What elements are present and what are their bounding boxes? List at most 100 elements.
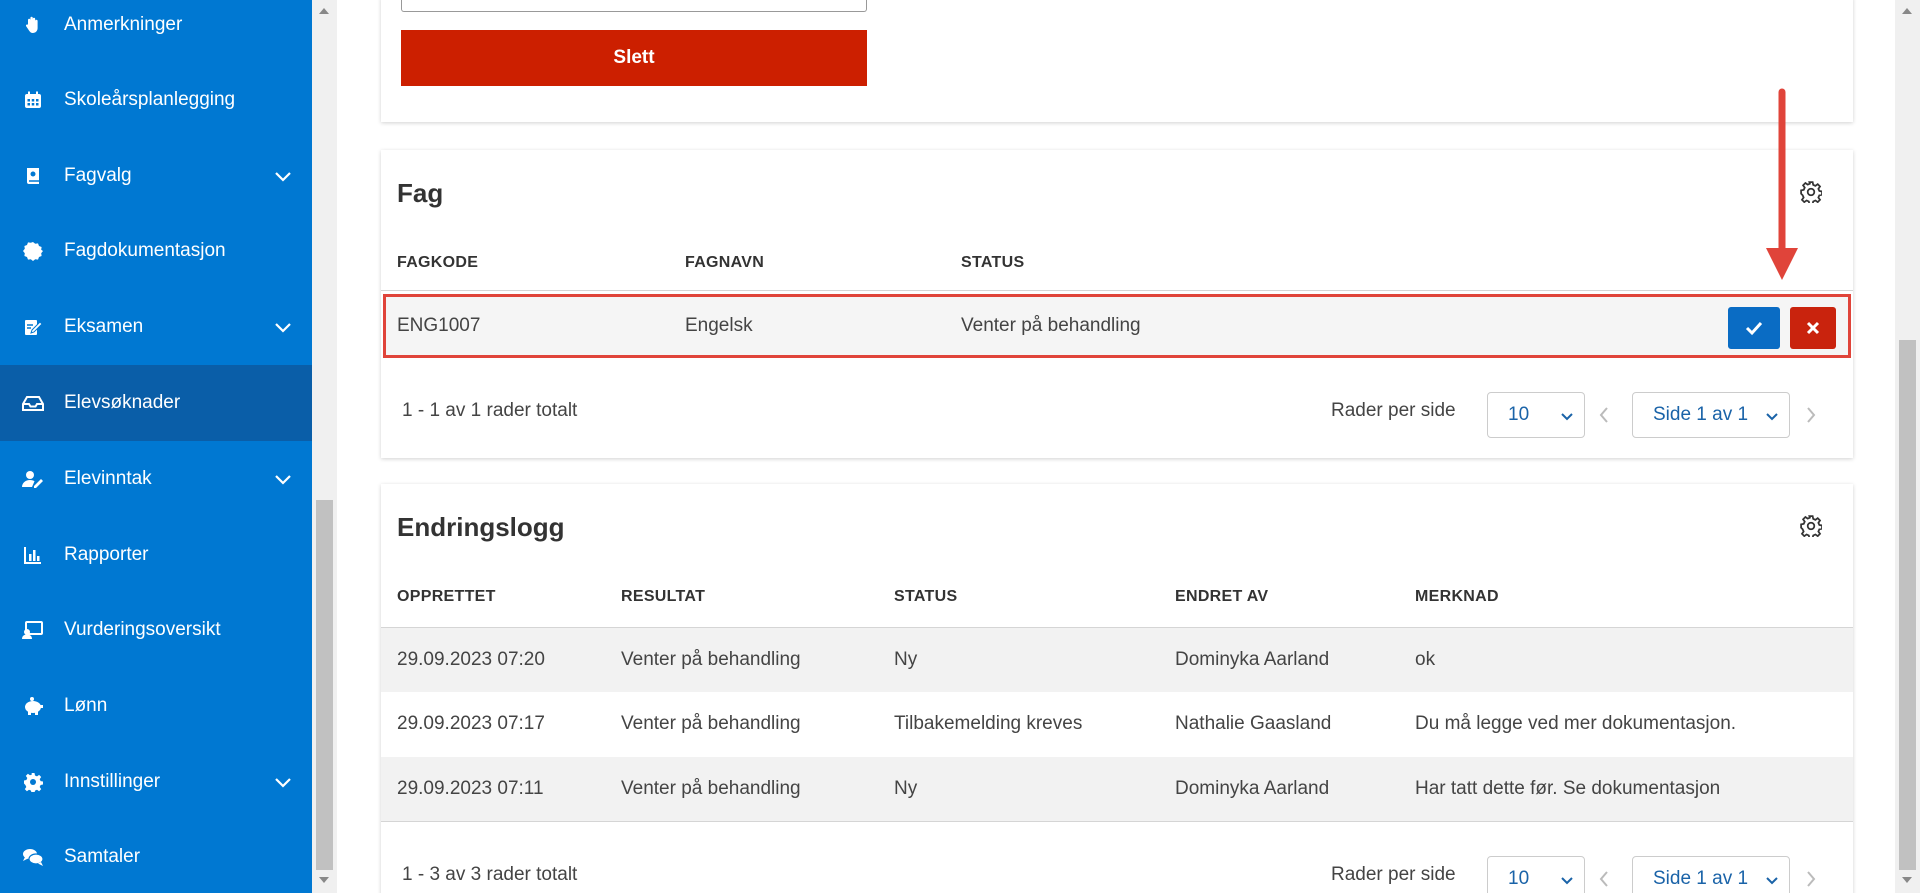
page-value: Side 1 av 1: [1653, 868, 1749, 889]
page-select[interactable]: Side 1 av 1: [1632, 392, 1790, 438]
rows-per-page-value: 10: [1508, 868, 1530, 889]
scroll-up-arrow-icon[interactable]: [319, 8, 329, 14]
chevron-down-icon[interactable]: [272, 468, 294, 490]
check-icon: [1745, 321, 1763, 336]
sidebar-item-lonn[interactable]: Lønn: [0, 668, 312, 744]
rows-per-page-select[interactable]: 10: [1487, 856, 1585, 893]
sidebar-item-skolearsplanlegging[interactable]: Skoleårsplanlegging: [0, 62, 312, 138]
previous-page-icon[interactable]: [1595, 404, 1613, 426]
sidebar-item-label: Innstillinger: [64, 771, 161, 792]
table-row[interactable]: 29.09.2023 07:11 Venter på behandling Ny…: [381, 757, 1853, 821]
user-edit-icon: [22, 468, 44, 490]
chevron-down-icon: [1560, 407, 1574, 429]
next-page-icon[interactable]: [1802, 868, 1820, 890]
cell-resultat: Venter på behandling: [621, 778, 801, 799]
column-header-merknad[interactable]: MERKNAD: [1415, 588, 1499, 606]
card-title: Endringslogg: [397, 512, 565, 542]
column-header-resultat[interactable]: RESULTAT: [621, 588, 705, 606]
scroll-up-arrow-icon[interactable]: [1902, 8, 1912, 14]
piggy-bank-icon: [22, 695, 44, 717]
sidebar-item-eksamen[interactable]: Eksamen: [0, 289, 312, 365]
sidebar-item-elevinntak[interactable]: Elevinntak: [0, 441, 312, 517]
inbox-icon: [22, 392, 44, 414]
scrollbar-thumb[interactable]: [1899, 340, 1916, 870]
sidebar-item-vurderingsoversikt[interactable]: Vurderingsoversikt: [0, 592, 312, 668]
next-page-icon[interactable]: [1802, 404, 1820, 426]
sidebar-item-label: Lønn: [64, 695, 108, 716]
screen-user-icon: [22, 619, 44, 641]
scrollbar-thumb[interactable]: [316, 500, 333, 870]
bar-chart-icon: [22, 544, 44, 566]
sidebar-item-label: Anmerkninger: [64, 14, 183, 35]
column-header-fagnavn[interactable]: FAGNAVN: [685, 254, 764, 272]
page-scrollbar[interactable]: [1895, 0, 1920, 893]
previous-page-icon[interactable]: [1595, 868, 1613, 890]
sidebar-item-label: Eksamen: [64, 316, 144, 337]
reject-button[interactable]: [1790, 307, 1836, 349]
pagination-total: 1 - 1 av 1 rader totalt: [402, 400, 578, 421]
column-header-fagkode[interactable]: FAGKODE: [397, 254, 478, 272]
sidebar-item-label: Skoleårsplanlegging: [64, 89, 236, 110]
hand-icon: [22, 14, 44, 36]
sidebar-item-fagdokumentasjon[interactable]: Fagdokumentasjon: [0, 213, 312, 289]
cell-status: Venter på behandling: [961, 315, 1141, 336]
book-icon: [22, 165, 44, 187]
chevron-down-icon[interactable]: [272, 165, 294, 187]
cell-status: Ny: [894, 778, 918, 799]
sidebar: Anmerkninger Skoleårsplanlegging Fagvalg…: [0, 0, 312, 893]
gear-icon[interactable]: [1799, 514, 1823, 538]
header-divider: [381, 290, 1853, 291]
cell-endret-av: Dominyka Aarland: [1175, 649, 1330, 670]
cell-endret-av: Dominyka Aarland: [1175, 778, 1330, 799]
column-header-status[interactable]: STATUS: [961, 254, 1024, 272]
column-header-status[interactable]: STATUS: [894, 588, 957, 606]
sidebar-item-anmerkninger[interactable]: Anmerkninger: [0, 0, 312, 63]
sidebar-item-label: Elevinntak: [64, 468, 152, 489]
sidebar-item-label: Fagvalg: [64, 165, 132, 186]
cell-opprettet: 29.09.2023 07:20: [397, 649, 545, 670]
gear-icon: [22, 771, 44, 793]
scroll-down-arrow-icon[interactable]: [1902, 877, 1912, 883]
rows-per-page-select[interactable]: 10: [1487, 392, 1585, 438]
gear-icon[interactable]: [1799, 180, 1823, 204]
scroll-down-arrow-icon[interactable]: [319, 877, 329, 883]
sidebar-item-label: Rapporter: [64, 544, 149, 565]
exam-icon: [22, 316, 44, 338]
page-select[interactable]: Side 1 av 1: [1632, 856, 1790, 893]
cell-resultat: Venter på behandling: [621, 713, 801, 734]
sidebar-item-fagvalg[interactable]: Fagvalg: [0, 138, 312, 214]
chevron-down-icon[interactable]: [272, 771, 294, 793]
chevron-down-icon: [1560, 871, 1574, 893]
rows-per-page-label: Rader per side: [1331, 864, 1456, 885]
sidebar-item-innstillinger[interactable]: Innstillinger: [0, 744, 312, 820]
sidebar-scrollbar[interactable]: [312, 0, 337, 893]
main-content: Slett Fag FAGKODE FAGNAVN STATUS ENG1007…: [337, 0, 1895, 893]
table-row[interactable]: 29.09.2023 07:20 Venter på behandling Ny…: [381, 628, 1853, 692]
delete-button[interactable]: Slett: [401, 30, 867, 86]
sidebar-item-label: Fagdokumentasjon: [64, 240, 226, 261]
cell-opprettet: 29.09.2023 07:11: [397, 778, 544, 799]
chevron-down-icon[interactable]: [272, 316, 294, 338]
sidebar-item-elevsoknader[interactable]: Elevsøknader: [0, 365, 312, 441]
sidebar-item-rapporter[interactable]: Rapporter: [0, 517, 312, 593]
sidebar-item-label: Elevsøknader: [64, 392, 181, 413]
page-value: Side 1 av 1: [1653, 404, 1749, 425]
table-bottom-divider: [381, 821, 1853, 822]
annotation-arrow-icon: [1766, 88, 1798, 280]
sidebar-item-label: Vurderingsoversikt: [64, 619, 221, 640]
cell-merknad: Har tatt dette før. Se dokumentasjon: [1415, 778, 1721, 799]
cell-fagkode: ENG1007: [397, 315, 481, 336]
column-header-endret-av[interactable]: ENDRET AV: [1175, 588, 1268, 606]
cell-merknad: Du må legge ved mer dokumentasjon.: [1415, 713, 1737, 734]
approve-button[interactable]: [1728, 307, 1780, 349]
calendar-icon: [22, 89, 44, 111]
badge-icon: [22, 240, 44, 262]
comment-field[interactable]: [401, 0, 867, 12]
sidebar-item-samtaler[interactable]: Samtaler: [0, 819, 312, 893]
table-row[interactable]: 29.09.2023 07:17 Venter på behandling Ti…: [381, 692, 1853, 757]
cell-status: Ny: [894, 649, 918, 670]
chat-icon: [22, 846, 44, 868]
pagination-total: 1 - 3 av 3 rader totalt: [402, 864, 578, 885]
table-row[interactable]: ENG1007 Engelsk Venter på behandling: [383, 294, 1851, 358]
column-header-opprettet[interactable]: OPPRETTET: [397, 588, 496, 606]
